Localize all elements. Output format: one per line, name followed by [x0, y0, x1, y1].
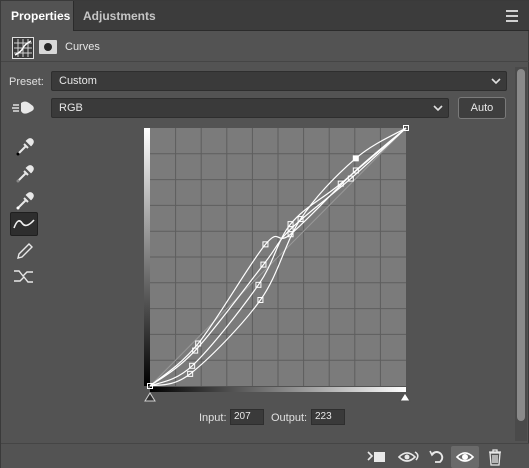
curves-graph[interactable]	[141, 125, 413, 407]
auto-button[interactable]: Auto	[458, 97, 506, 119]
white-point-slider[interactable]	[399, 392, 411, 402]
scrollbar[interactable]	[515, 67, 527, 441]
preset-label: Preset:	[9, 76, 44, 88]
smooth-icon[interactable]	[10, 265, 38, 289]
black-point-slider[interactable]	[144, 392, 156, 402]
preset-value: Custom	[59, 75, 97, 87]
properties-panel: Properties Adjustments Curves Preset: Cu…	[0, 0, 529, 468]
input-label: Input:	[199, 412, 227, 424]
chevron-down-icon	[433, 105, 443, 112]
eyedropper-gray-icon[interactable]	[10, 161, 38, 185]
clip-to-layer-icon[interactable]	[363, 446, 391, 468]
eyedropper-black-icon[interactable]	[10, 134, 38, 158]
pencil-icon[interactable]	[10, 239, 38, 263]
reset-icon[interactable]	[423, 446, 451, 468]
input-gradient-bar	[150, 387, 406, 392]
tab-bar: Properties Adjustments	[1, 1, 529, 31]
tab-properties[interactable]: Properties	[1, 1, 73, 31]
output-gradient-bar	[144, 128, 150, 386]
targeted-adjustment-icon[interactable]	[11, 99, 37, 117]
tab-adjustments[interactable]: Adjustments	[73, 1, 159, 31]
bottom-toolbar	[1, 443, 529, 468]
curve-points-icon[interactable]	[10, 212, 38, 236]
output-label: Output:	[271, 412, 308, 424]
output-field[interactable]: 223	[311, 409, 345, 425]
trash-icon[interactable]	[481, 446, 509, 468]
eyedropper-white-icon[interactable]	[10, 188, 38, 212]
scrollbar-thumb[interactable]	[517, 69, 525, 421]
layer-mask-icon[interactable]	[39, 40, 57, 54]
chevron-down-icon	[491, 78, 501, 85]
adjustment-title: Curves	[65, 41, 100, 53]
adjustment-header: Curves	[1, 32, 529, 62]
channel-value: RGB	[59, 102, 83, 114]
preset-select[interactable]: Custom	[51, 71, 507, 91]
channel-select[interactable]: RGB	[51, 98, 449, 118]
view-previous-state-icon[interactable]	[395, 446, 423, 468]
curves-adjustment-icon[interactable]	[12, 37, 34, 59]
input-field[interactable]: 207	[230, 409, 264, 425]
visibility-eye-icon[interactable]	[451, 446, 479, 468]
curve-control-point[interactable]	[352, 155, 359, 162]
panel-menu-icon[interactable]	[506, 10, 520, 22]
